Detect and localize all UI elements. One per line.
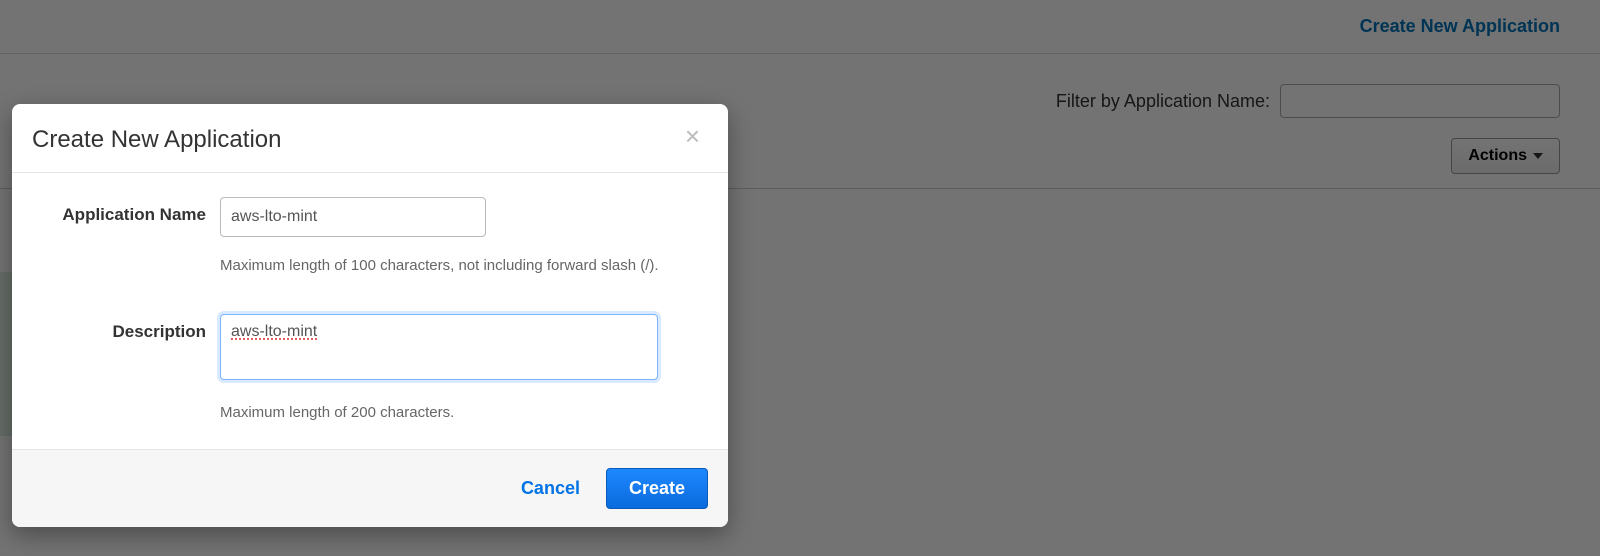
application-name-field: Maximum length of 100 characters, not in…: [220, 197, 704, 274]
application-name-help: Maximum length of 100 characters, not in…: [220, 257, 704, 274]
cancel-button[interactable]: Cancel: [521, 478, 580, 499]
description-input[interactable]: [220, 314, 658, 380]
close-icon[interactable]: ×: [681, 126, 704, 146]
create-application-modal: Create New Application × Application Nam…: [12, 104, 728, 527]
description-help: Maximum length of 200 characters.: [220, 404, 704, 421]
modal-body: Application Name Maximum length of 100 c…: [12, 173, 728, 449]
modal-footer: Cancel Create: [12, 449, 728, 527]
description-label: Description: [36, 314, 220, 342]
application-name-label: Application Name: [36, 197, 220, 225]
form-row-application-name: Application Name Maximum length of 100 c…: [36, 193, 704, 274]
form-row-description: Description Maximum length of 200 charac…: [36, 310, 704, 421]
description-field: Maximum length of 200 characters.: [220, 314, 704, 421]
modal-header: Create New Application ×: [12, 104, 728, 173]
application-name-input[interactable]: [220, 197, 486, 237]
modal-title: Create New Application: [32, 126, 281, 154]
create-button[interactable]: Create: [606, 468, 708, 509]
